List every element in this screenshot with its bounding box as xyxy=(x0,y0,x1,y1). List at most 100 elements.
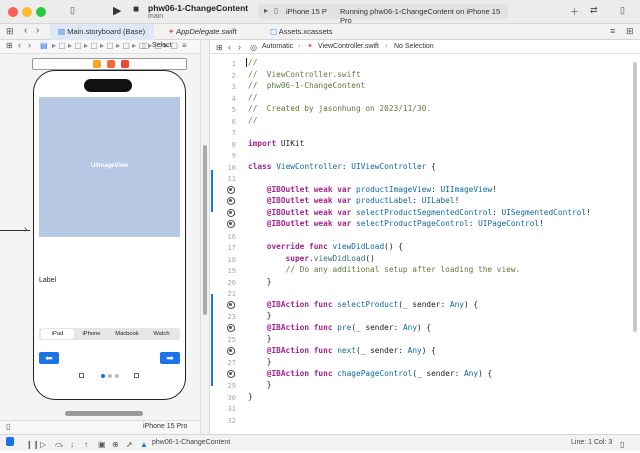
jump-selection[interactable]: No Selection xyxy=(394,40,434,54)
canvas-bottom-bar: ▯ iPhone 15 Pro xyxy=(0,420,200,434)
divider-scroller[interactable] xyxy=(203,145,207,315)
related-items-icon[interactable]: ⊞ xyxy=(6,41,13,50)
scene-dock xyxy=(32,58,187,70)
back-chevron-icon[interactable]: ‹ xyxy=(18,40,21,50)
editor-scrollbar[interactable] xyxy=(633,62,637,332)
code-jump-bar: ⊞ ‹ › ◎ Automatic › ✦ ViewController.swi… xyxy=(210,40,640,54)
code-review-icon[interactable]: ⇄ xyxy=(590,5,598,16)
code-line: // xyxy=(248,92,258,102)
forward-chevron-icon[interactable]: › xyxy=(28,40,31,50)
zoom-window-icon[interactable] xyxy=(36,7,46,17)
line-number: 5 xyxy=(231,105,236,114)
document-outline-icon[interactable]: ▯ xyxy=(6,422,10,431)
stop-icon[interactable]: ■ xyxy=(133,4,139,15)
tab-app-delegate[interactable]: ✦ AppDelegate.swift xyxy=(162,24,258,40)
connection-circle-icon[interactable] xyxy=(227,185,235,194)
close-window-icon[interactable] xyxy=(8,7,18,17)
grid-icon[interactable]: ⊞ xyxy=(6,26,14,37)
code-line: @IBOutlet weak var productImageView: UII… xyxy=(266,184,497,194)
activity-view: ▸ ▯ iPhone 15 P Running phw06-1-ChangeCo… xyxy=(258,4,508,25)
code-line: class ViewController: UIViewController { xyxy=(248,161,436,171)
back-chevron-icon[interactable]: ‹ xyxy=(24,25,27,36)
code-line: } xyxy=(248,276,272,286)
add-editor-icon[interactable]: ⊞ xyxy=(626,26,634,37)
previous-button[interactable]: ⬅ xyxy=(39,352,59,364)
line-number: 1 xyxy=(231,59,236,68)
line-number: 20 xyxy=(227,277,236,287)
segment-iphone[interactable]: iPhone xyxy=(74,329,109,339)
library-add-icon[interactable]: ＋ xyxy=(570,5,579,18)
back-chevron-icon[interactable]: ‹ xyxy=(228,40,231,54)
connection-circle-icon[interactable] xyxy=(227,369,235,378)
connection-circle-icon[interactable] xyxy=(227,346,235,355)
code-line: @IBOutlet weak var selectProductPageCont… xyxy=(266,219,544,228)
line-number: 8 xyxy=(231,139,236,149)
forward-chevron-icon[interactable]: › xyxy=(36,25,39,36)
swift-file-icon: ✦ xyxy=(307,43,313,50)
connection-circle-icon[interactable] xyxy=(227,323,235,332)
line-number: 2 xyxy=(231,70,236,80)
jump-file[interactable]: ViewController.swift xyxy=(318,40,379,54)
connection-circle-icon[interactable] xyxy=(227,197,235,205)
line-number: 27 xyxy=(227,358,236,367)
editor-divider[interactable] xyxy=(200,40,210,434)
line-number: 30 xyxy=(227,392,236,402)
product-image-view[interactable]: UIImageView xyxy=(39,97,180,237)
code-line: import UIKit xyxy=(248,138,305,148)
branch-name[interactable]: main xyxy=(148,13,163,20)
code-line: override func viewDidLoad() { xyxy=(266,242,403,251)
code-line: // Created by jasonhung on 2023/11/30. xyxy=(248,104,432,113)
page-dot-active xyxy=(101,374,105,378)
line-number: 18 xyxy=(227,254,236,264)
project-name: phw06-1-ChangeContent xyxy=(148,3,249,13)
status-scheme: phw06-1-ChangeContent xyxy=(152,439,231,446)
product-label[interactable]: Label xyxy=(39,277,56,284)
inspector-toggle-icon[interactable]: ▯ xyxy=(620,5,625,16)
code-line: } xyxy=(248,334,272,343)
run-icon[interactable]: ▶ xyxy=(113,4,121,17)
text-cursor xyxy=(246,58,247,67)
line-number: 16 xyxy=(227,231,236,241)
code-line: @IBAction func chagePageControl(_ sender… xyxy=(266,368,493,378)
storyboard-icon: ▤ xyxy=(58,27,66,36)
product-page-control[interactable] xyxy=(79,373,139,381)
code-editor[interactable]: 1234567891011121314151617181920212223242… xyxy=(210,54,640,434)
page-control-left-icon xyxy=(79,373,84,378)
storyboard-canvas[interactable]: › UIImageView Label iPad iPhone Macbook … xyxy=(0,54,200,434)
tab-assets[interactable]: ▢ Assets.xcassets xyxy=(264,24,354,40)
connection-circle-icon[interactable] xyxy=(227,208,235,217)
device-icon: ▯ xyxy=(274,6,279,15)
first-responder-icon[interactable] xyxy=(107,60,115,68)
view-controller-icon[interactable] xyxy=(93,60,101,68)
code-line: super.viewDidLoad() xyxy=(285,253,375,263)
assistant-icon[interactable]: ≡ xyxy=(182,41,187,50)
device-name[interactable]: iPhone 15 Pro xyxy=(143,423,187,430)
jump-separator-icon: › xyxy=(385,43,388,50)
status-bar: ❙❙ ▷ ⤼ ↓ ↑ ▣ ⊕ ➚ ▲ phw06-1-ChangeContent… xyxy=(0,434,640,451)
connection-circle-icon[interactable] xyxy=(227,300,235,309)
segment-ipad[interactable]: iPad xyxy=(41,329,74,339)
canvas-scrollbar[interactable] xyxy=(65,411,143,416)
change-bar xyxy=(211,170,213,212)
minimize-window-icon[interactable] xyxy=(22,7,32,17)
right-arrow-icon: ➡ xyxy=(166,353,174,363)
debug-area-icon[interactable] xyxy=(6,437,14,446)
segment-macbook[interactable]: Macbook xyxy=(109,329,145,339)
next-button[interactable]: ➡ xyxy=(160,352,180,364)
code-line: // xyxy=(248,58,258,67)
jump-mode[interactable]: Automatic xyxy=(262,40,293,54)
code-line: // Do any additional setup after loading… xyxy=(285,265,521,274)
forward-chevron-icon[interactable]: › xyxy=(238,40,241,54)
related-items-icon[interactable]: ⊞ xyxy=(216,41,223,55)
sidebar-toggle-icon[interactable]: ▯ xyxy=(70,5,75,16)
segment-watch[interactable]: Watch xyxy=(145,329,178,339)
run-destination[interactable]: iPhone 15 P xyxy=(286,7,327,16)
selection-label[interactable]: Select xyxy=(152,42,171,49)
line-number: 29 xyxy=(227,381,236,390)
code-line: @IBOutlet weak var productLabel: UILabel… xyxy=(266,196,460,205)
line-number: 32 xyxy=(227,415,236,425)
connection-circle-icon[interactable] xyxy=(227,220,235,228)
exit-icon[interactable] xyxy=(121,60,129,68)
editor-options-icon[interactable]: ≡ xyxy=(610,26,615,36)
tab-main-storyboard[interactable]: ▤ Main.storyboard (Base) xyxy=(50,24,154,40)
